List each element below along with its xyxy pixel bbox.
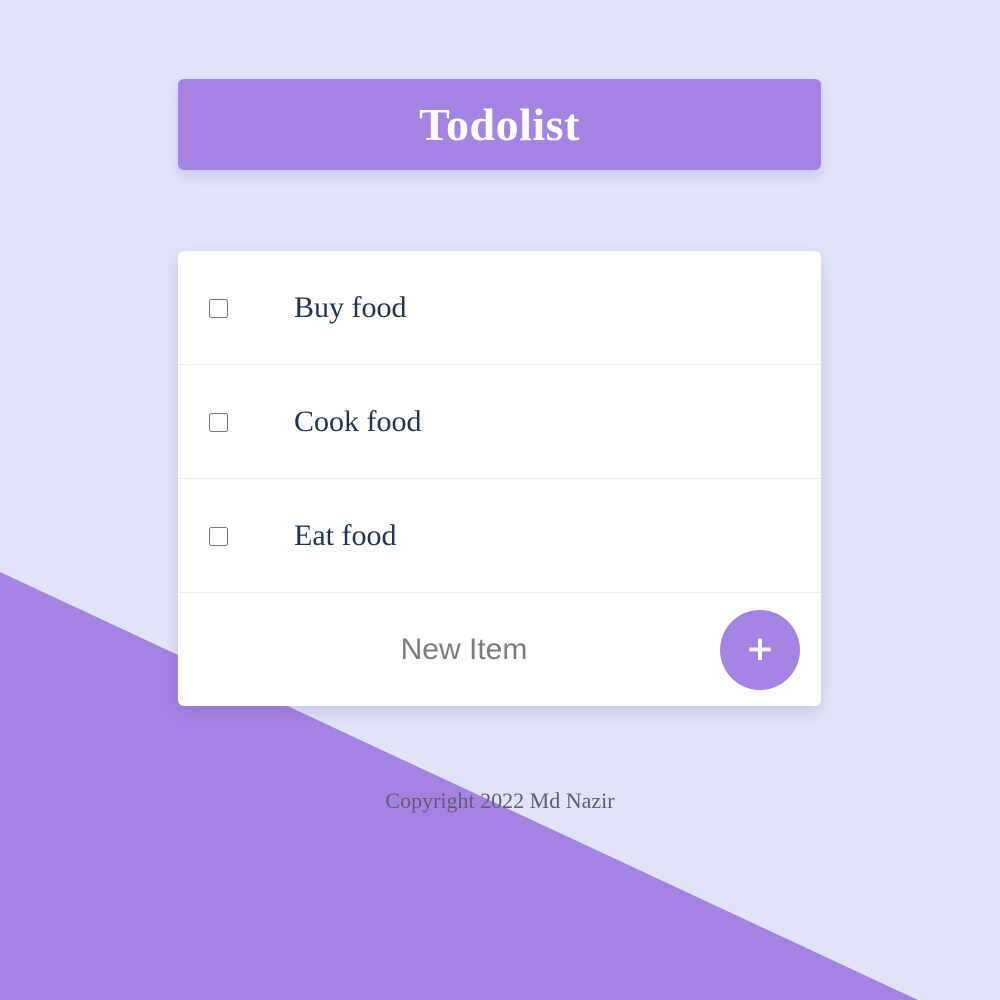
plus-icon: + <box>745 628 775 669</box>
item-label: Eat food <box>294 519 397 552</box>
header: Todolist <box>178 79 821 170</box>
footer: Copyright 2022 Md Nazir <box>0 788 1000 814</box>
page-title: Todolist <box>419 99 580 150</box>
add-item-button[interactable]: + <box>720 610 800 690</box>
copyright-text: Copyright 2022 Md Nazir <box>385 788 615 813</box>
todo-list: Buy food Cook food Eat food + <box>178 251 821 706</box>
new-item-form: + <box>178 593 821 706</box>
new-item-input[interactable] <box>178 593 750 706</box>
list-item: Eat food <box>178 479 821 593</box>
list-item: Buy food <box>178 251 821 365</box>
list-item: Cook food <box>178 365 821 479</box>
item-label: Buy food <box>294 291 407 324</box>
item-checkbox[interactable] <box>209 413 228 432</box>
item-checkbox[interactable] <box>209 527 228 546</box>
item-checkbox[interactable] <box>209 299 228 318</box>
item-label: Cook food <box>294 405 422 438</box>
